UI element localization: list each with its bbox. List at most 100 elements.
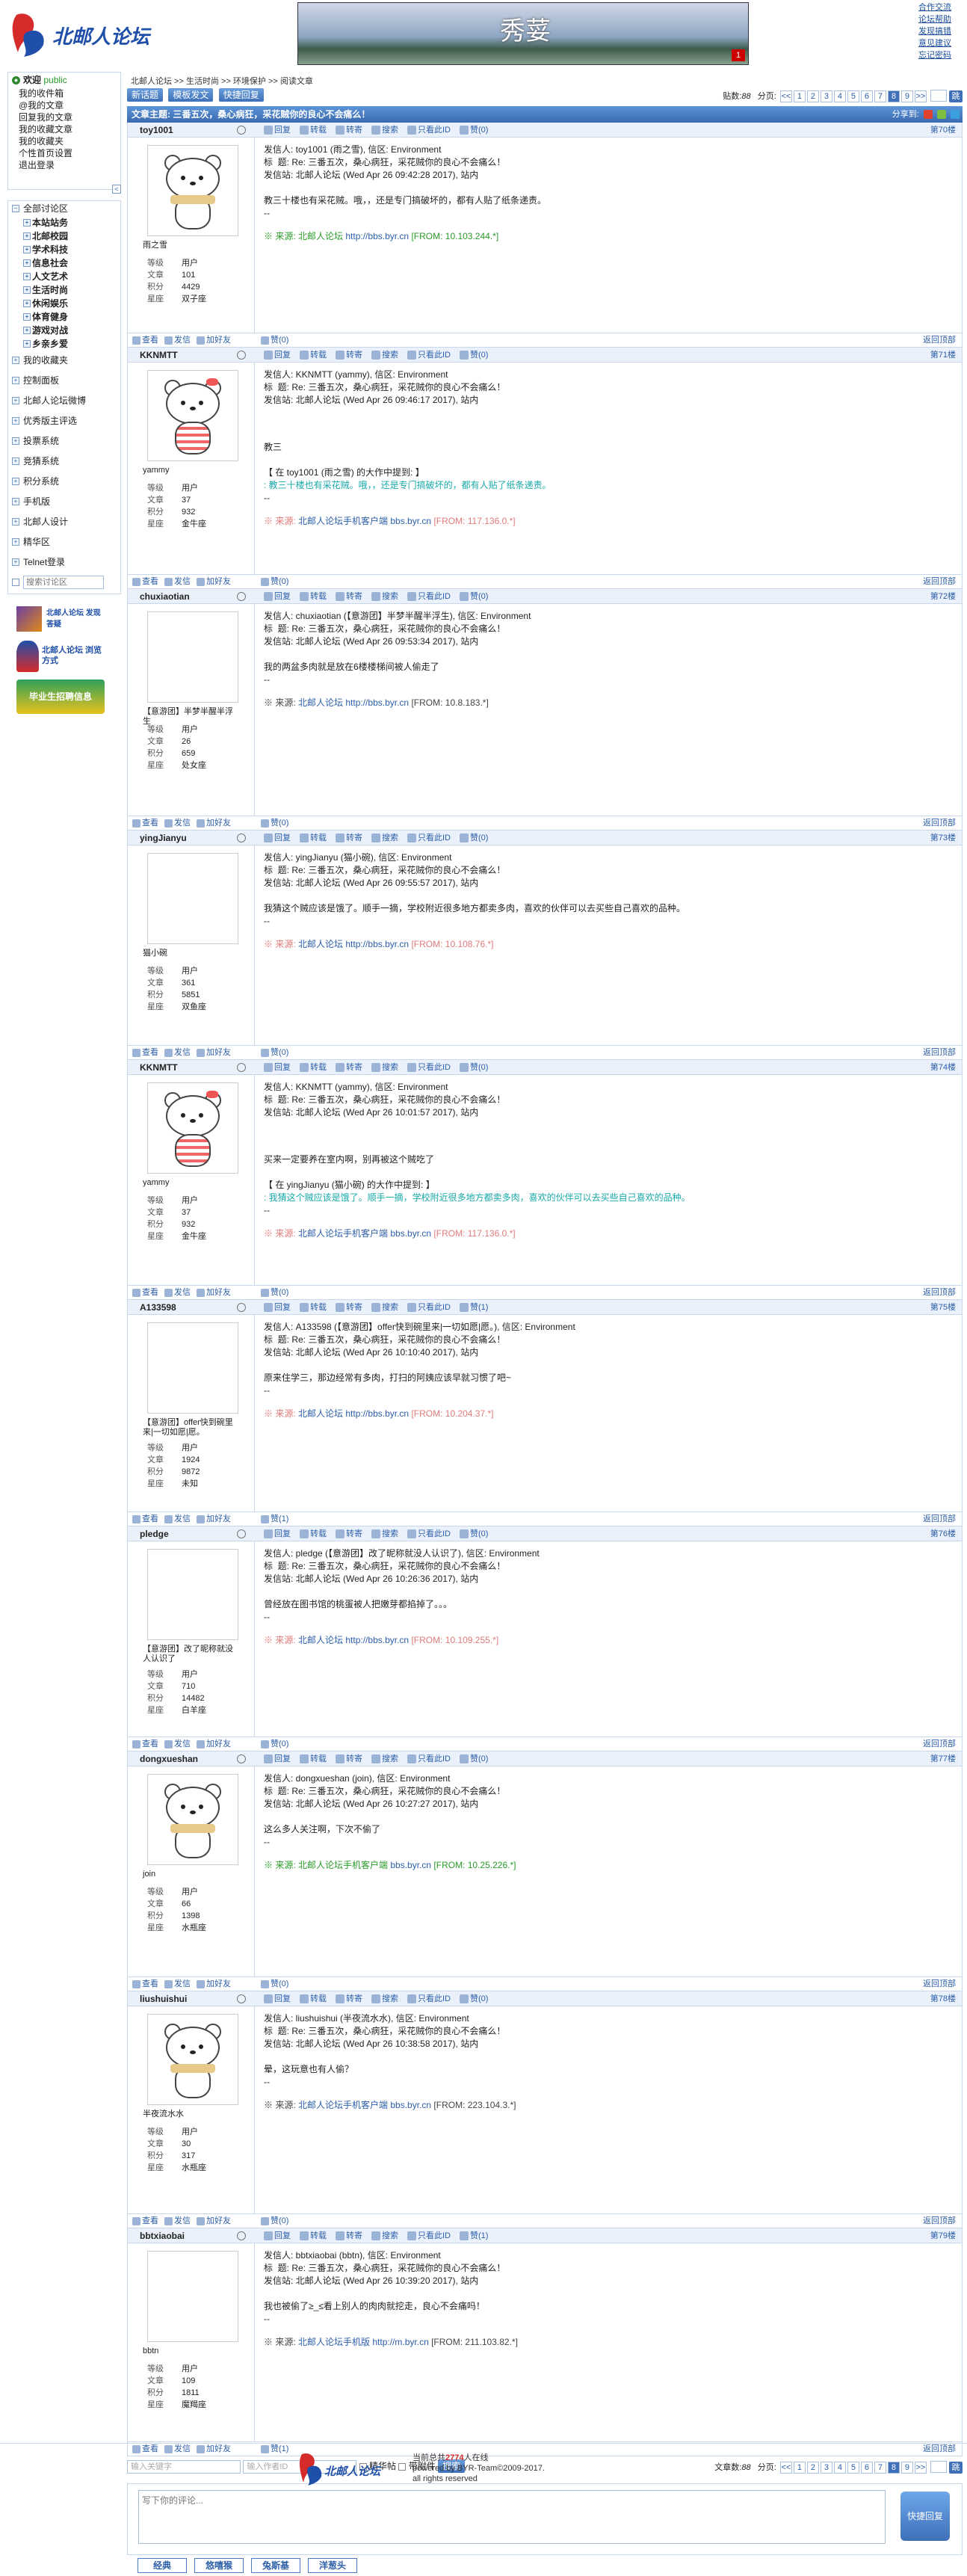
back-to-top-link[interactable]: 返回顶部 [923, 333, 956, 347]
menu-item[interactable]: + 北邮人设计 [8, 512, 120, 532]
like-button[interactable]: 赞(0) [261, 1977, 288, 1991]
author-action[interactable]: 加好友 [197, 577, 231, 586]
page-link[interactable]: 7 [874, 90, 886, 102]
post-author[interactable]: liushuishui [140, 1991, 187, 2006]
post-action[interactable]: 赞(1) [460, 2231, 488, 2241]
back-to-top-link[interactable]: 返回顶部 [923, 2214, 956, 2228]
source-link[interactable]: http://bbs.byr.cn [345, 1408, 409, 1419]
avatar[interactable] [147, 2251, 238, 2342]
top-link[interactable]: 意见建议 [918, 37, 963, 49]
page-link[interactable]: 8 [887, 90, 900, 102]
floor-number[interactable]: 第73楼 [930, 831, 956, 845]
user-link[interactable]: @我的文章 [8, 99, 120, 111]
menu-item[interactable]: + 积分系统 [8, 472, 120, 492]
top-link[interactable]: 合作交流 [918, 1, 963, 13]
post-action[interactable]: 回复 [264, 1303, 291, 1313]
floor-number[interactable]: 第74楼 [930, 1060, 956, 1075]
post-action[interactable]: 搜索 [371, 1754, 398, 1764]
post-action[interactable]: 转载 [300, 126, 327, 135]
like-button[interactable]: 赞(0) [261, 333, 288, 347]
post-author[interactable]: KKNMTT [140, 1060, 178, 1075]
post-action[interactable]: 搜索 [371, 2231, 398, 2241]
author-action[interactable]: 加好友 [197, 1979, 231, 1988]
author-action[interactable]: 查看 [132, 1515, 158, 1523]
board-item[interactable]: + 休闲娱乐 [8, 297, 120, 310]
post-author[interactable]: chuxiaotian [140, 589, 190, 604]
page-link[interactable]: << [779, 90, 792, 102]
like-button[interactable]: 赞(0) [261, 816, 288, 830]
avatar[interactable] [147, 1082, 238, 1174]
post-action[interactable]: 赞(1) [460, 1303, 488, 1313]
author-action[interactable]: 加好友 [197, 1740, 231, 1748]
page-link[interactable]: 1 [793, 90, 806, 102]
post-action[interactable]: 转载 [300, 1063, 327, 1073]
collapse-icon[interactable]: < [112, 185, 121, 194]
post-action[interactable]: 只看此ID [407, 592, 451, 602]
user-link[interactable]: 我的收件箱 [8, 87, 120, 99]
author-action[interactable]: 发信 [164, 1288, 191, 1297]
quick-reply-button[interactable]: 快捷回复 [218, 88, 264, 102]
post-action[interactable]: 搜索 [371, 126, 398, 135]
menu-item[interactable]: + 竞猜系统 [8, 452, 120, 472]
post-action[interactable]: 转载 [300, 1529, 327, 1539]
post-action[interactable]: 回复 [264, 1994, 291, 2004]
author-action[interactable]: 发信 [164, 1979, 191, 1988]
floor-number[interactable]: 第77楼 [930, 1751, 956, 1766]
author-action[interactable]: 查看 [132, 1048, 158, 1057]
post-action[interactable]: 赞(0) [460, 1063, 488, 1073]
post-action[interactable]: 只看此ID [407, 1754, 451, 1764]
board-item[interactable]: + 体育健身 [8, 310, 120, 324]
post-action[interactable]: 转载 [300, 1994, 327, 2004]
post-action[interactable]: 只看此ID [407, 1063, 451, 1073]
avatar[interactable] [147, 853, 238, 944]
floor-number[interactable]: 第72楼 [930, 589, 956, 604]
avatar[interactable] [147, 611, 238, 703]
like-button[interactable]: 赞(0) [261, 1737, 288, 1751]
site-logo[interactable]: 北邮人论坛 [10, 10, 152, 60]
post-action[interactable]: 赞(0) [460, 592, 488, 602]
post-action[interactable]: 转寄 [336, 1994, 362, 2004]
author-action[interactable]: 查看 [132, 1288, 158, 1297]
menu-item[interactable]: + 手机版 [8, 492, 120, 512]
author-action[interactable]: 发信 [164, 2216, 191, 2225]
post-action[interactable]: 回复 [264, 833, 291, 843]
post-action[interactable]: 赞(0) [460, 126, 488, 135]
source-link[interactable]: bbs.byr.cn [390, 1860, 431, 1870]
author-action[interactable]: 查看 [132, 2216, 158, 2225]
like-button[interactable]: 赞(0) [261, 575, 288, 588]
back-to-top-link[interactable]: 返回顶部 [923, 575, 956, 588]
user-link[interactable]: 我的收藏夹 [8, 135, 120, 147]
post-author[interactable]: bbtxiaobai [140, 2228, 185, 2243]
author-action[interactable]: 查看 [132, 1979, 158, 1988]
page-link[interactable]: 5 [847, 90, 859, 102]
menu-item[interactable]: + 北邮人论坛微博 [8, 391, 120, 411]
post-action[interactable]: 赞(0) [460, 833, 488, 843]
post-action[interactable]: 只看此ID [407, 1303, 451, 1313]
floor-number[interactable]: 第71楼 [930, 348, 956, 363]
author-action[interactable]: 查看 [132, 819, 158, 828]
post-action[interactable]: 回复 [264, 2231, 291, 2241]
post-author[interactable]: KKNMTT [140, 348, 178, 363]
emoji-tab[interactable]: 悠嘻猴 [194, 2558, 244, 2573]
source-link[interactable]: http://bbs.byr.cn [345, 939, 409, 949]
post-action[interactable]: 转载 [300, 1303, 327, 1313]
post-action[interactable]: 只看此ID [407, 1994, 451, 2004]
post-action[interactable]: 转载 [300, 2231, 327, 2241]
post-action[interactable]: 回复 [264, 1063, 291, 1073]
like-button[interactable]: 赞(0) [261, 1286, 288, 1299]
avatar[interactable] [147, 2014, 238, 2105]
post-action[interactable]: 回复 [264, 592, 291, 602]
avatar[interactable] [147, 370, 238, 461]
back-to-top-link[interactable]: 返回顶部 [923, 816, 956, 830]
source-link[interactable]: http://m.byr.cn [372, 2337, 428, 2347]
user-link[interactable]: 个性首页设置 [8, 147, 120, 159]
weibo-icon[interactable] [923, 110, 933, 120]
post-action[interactable]: 搜索 [371, 833, 398, 843]
back-to-top-link[interactable]: 返回顶部 [923, 1737, 956, 1751]
post-action[interactable]: 回复 [264, 126, 291, 135]
post-action[interactable]: 转寄 [336, 592, 362, 602]
post-action[interactable]: 只看此ID [407, 126, 451, 135]
avatar[interactable] [147, 1549, 238, 1640]
ad-browse[interactable]: 北邮人论坛 浏览方式 [16, 641, 105, 672]
user-link[interactable]: 退出登录 [8, 159, 120, 171]
